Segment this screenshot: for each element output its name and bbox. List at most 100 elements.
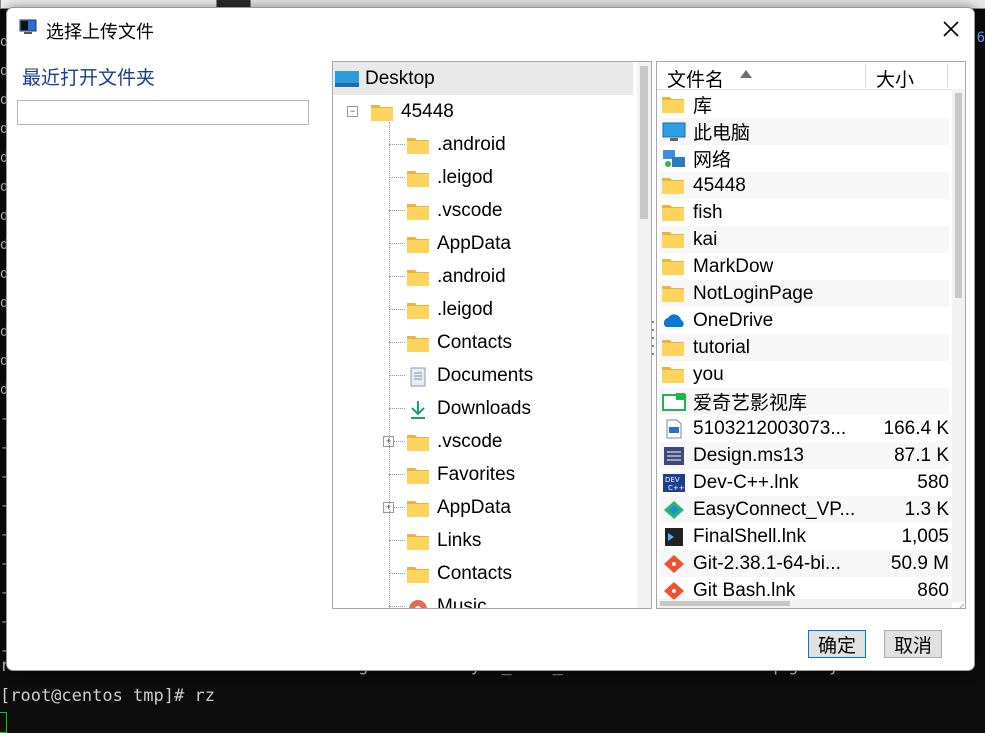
git-bash-shortcut-icon: [662, 581, 686, 601]
file-list-row[interactable]: 网络: [659, 145, 949, 172]
tree-item-desktop[interactable]: Desktop: [333, 62, 633, 95]
tree-item[interactable]: AppData: [407, 227, 511, 260]
file-list-row[interactable]: NotLoginPage: [659, 280, 949, 307]
downloads-icon: [407, 400, 429, 419]
file-list-horizontal-scrollbar[interactable]: [657, 599, 952, 608]
network-icon: [662, 149, 686, 169]
music-icon: [407, 598, 429, 608]
file-name: MarkDow: [693, 255, 774, 277]
file-list-row[interactable]: 5103212003073... 166.4 K: [659, 415, 949, 442]
tree-item-label: .leigod: [437, 166, 493, 188]
folder-tree[interactable]: Desktop − + + 45448 .android .leigod .vscode A…: [332, 61, 652, 609]
tree-vertical-scrollbar[interactable]: [637, 62, 651, 608]
folder-icon: [662, 284, 686, 304]
collapse-icon[interactable]: −: [347, 106, 358, 117]
file-list-row[interactable]: OneDrive: [659, 307, 949, 334]
folder-icon: [407, 169, 429, 187]
file-list-row[interactable]: 此电脑: [659, 118, 949, 145]
file-list-row[interactable]: Design.ms13 87.1 K: [659, 442, 949, 469]
tree-item[interactable]: .vscode: [407, 425, 502, 458]
cancel-button[interactable]: 取消: [884, 630, 942, 658]
tree-connector-line: [389, 144, 405, 145]
tree-item[interactable]: .leigod: [407, 293, 493, 326]
file-list-vertical-scrollbar[interactable]: [952, 89, 965, 602]
file-name: tutorial: [693, 336, 751, 358]
column-header-name[interactable]: 文件名: [667, 65, 724, 92]
dialog-titlebar[interactable]: 选择上传文件: [7, 8, 974, 50]
tree-item[interactable]: Documents: [407, 359, 533, 392]
file-list-row[interactable]: 库: [659, 91, 949, 118]
tree-item-label: Documents: [437, 364, 534, 386]
file-name: 5103212003073...: [693, 417, 847, 439]
column-divider[interactable]: [947, 64, 948, 87]
tree-item-label: Favorites: [437, 463, 516, 485]
terminal-right-edge-text: 6: [976, 30, 985, 46]
file-list-row[interactable]: EasyConnect_VP... 1.3 K: [659, 496, 949, 523]
tree-item[interactable]: Music: [407, 590, 487, 608]
file-list-row[interactable]: MarkDow: [659, 253, 949, 280]
tree-item[interactable]: Contacts: [407, 557, 512, 590]
tree-item[interactable]: 45448: [371, 95, 454, 128]
file-list-header: 文件名 大小: [657, 62, 957, 92]
file-list-scroll-thumb[interactable]: [955, 93, 962, 298]
tree-item[interactable]: .vscode: [407, 194, 502, 227]
file-list-hscroll-thumb[interactable]: [660, 601, 790, 606]
easyconnect-shortcut-icon: [662, 500, 686, 520]
column-header-size[interactable]: 大小: [876, 65, 914, 92]
file-size: 1,005: [901, 525, 949, 547]
file-list-row[interactable]: tutorial: [659, 334, 949, 361]
file-name: 爱奇艺影视库: [693, 393, 808, 414]
file-list-row[interactable]: kai: [659, 226, 949, 253]
tree-item[interactable]: Favorites: [407, 458, 515, 491]
folder-icon: [407, 268, 429, 286]
tree-connector-line: [389, 375, 405, 376]
tree-item-label: AppData: [437, 232, 511, 254]
tree-item[interactable]: .leigod: [407, 161, 493, 194]
design-file-icon: [662, 446, 686, 466]
tree-item-label: Contacts: [437, 331, 512, 353]
folder-icon: [407, 499, 429, 517]
close-button[interactable]: [926, 8, 974, 50]
tree-item[interactable]: Contacts: [407, 326, 512, 359]
file-list-row[interactable]: 45448: [659, 172, 949, 199]
file-list-row[interactable]: DEV C++ Dev-C++.lnk 580: [659, 469, 949, 496]
folder-icon: [407, 136, 429, 154]
recent-folders-combobox[interactable]: [17, 100, 309, 125]
dialog-title: 选择上传文件: [46, 22, 154, 42]
file-list[interactable]: 文件名 大小 库此电脑网络 45448 fish kai MarkDow NotLogin…: [656, 61, 966, 609]
file-name: EasyConnect_VP...: [693, 498, 856, 520]
ok-button[interactable]: 确定: [808, 630, 866, 658]
folder-icon: [407, 334, 429, 352]
tree-item[interactable]: AppData: [407, 491, 511, 524]
tree-connector-line: [389, 474, 405, 475]
tree-item[interactable]: Downloads: [407, 392, 531, 425]
file-list-row[interactable]: 爱奇艺影视库: [659, 388, 949, 415]
tree-connector-line: [389, 342, 405, 343]
file-list-row[interactable]: you: [659, 361, 949, 388]
tree-item-label: 45448: [401, 100, 454, 122]
sort-ascending-icon: [740, 70, 752, 78]
tree-item-label: .android: [437, 133, 506, 155]
tree-connector-line: [389, 276, 405, 277]
devcpp-shortcut-icon: DEV C++: [662, 473, 686, 493]
folder-icon: [407, 433, 429, 451]
tree-connector-line: [389, 122, 390, 608]
tree-item[interactable]: Links: [407, 524, 481, 557]
folder-icon: [662, 176, 686, 196]
file-name: Design.ms13: [693, 444, 804, 466]
tree-item-label: Desktop: [365, 67, 435, 89]
tree-item-label: .android: [437, 265, 506, 287]
file-list-row[interactable]: fish: [659, 199, 949, 226]
file-list-row[interactable]: Git-2.38.1-64-bi... 50.9 M: [659, 550, 949, 577]
tree-connector-line: [389, 540, 405, 541]
resize-grip-icon[interactable]: [952, 599, 965, 608]
tree-item[interactable]: .android: [407, 260, 506, 293]
file-list-row[interactable]: FinalShell.lnk 1,005: [659, 523, 949, 550]
file-size: 50.9 M: [890, 552, 949, 574]
file-name: 网络: [693, 150, 732, 171]
tree-item[interactable]: .android: [407, 128, 506, 161]
tree-connector-line: [389, 243, 405, 244]
tree-connector-line: [389, 210, 405, 211]
tree-scroll-thumb[interactable]: [640, 66, 648, 219]
column-divider[interactable]: [865, 64, 866, 87]
